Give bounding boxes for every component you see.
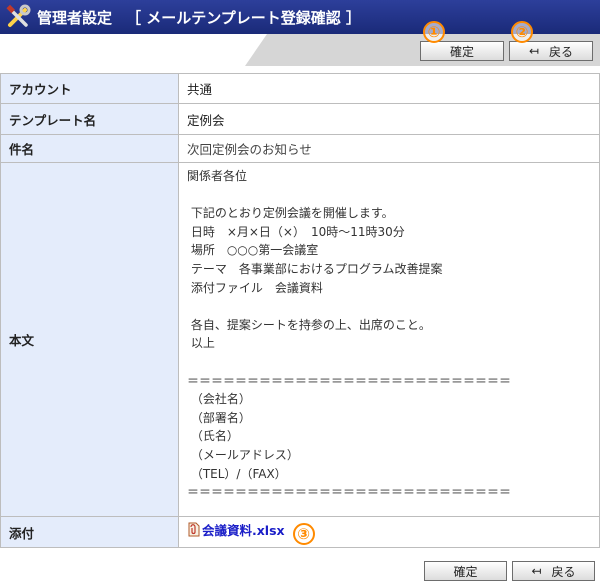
back-button-top[interactable]: ↤ 戻る — [509, 41, 593, 61]
marker-1: ① — [423, 21, 445, 43]
attachment-file-icon — [188, 522, 200, 537]
body-cell: 関係者各位 下記のとおり定例会議を開催します。 日時 ×月×日（×） 10時～1… — [178, 162, 600, 517]
body-text: 関係者各位 下記のとおり定例会議を開催します。 日時 ×月×日（×） 10時～1… — [187, 169, 512, 500]
row-subject: 件名 次回定例会のお知らせ — [0, 134, 600, 163]
row-template-name: テンプレート名 定例会 — [0, 103, 600, 135]
row-attachment: 添付 会議資料.xlsx ③ — [0, 516, 600, 548]
confirm-button-top[interactable]: 確定 — [420, 41, 504, 61]
account-label: アカウント — [0, 73, 179, 104]
confirm-button-top-label: 確定 — [449, 44, 474, 59]
confirm-button-bottom[interactable]: 確定 — [424, 561, 507, 581]
back-button-bottom-label: 戻る — [551, 564, 576, 579]
marker-2: ② — [511, 21, 533, 43]
tools-icon — [6, 4, 31, 27]
row-body: 本文 関係者各位 下記のとおり定例会議を開催します。 日時 ×月×日（×） 10… — [0, 162, 600, 517]
template-name-label: テンプレート名 — [0, 103, 179, 135]
confirm-button-bottom-label: 確定 — [453, 564, 478, 579]
account-value: 共通 — [178, 73, 600, 104]
attachment-filename: 会議資料.xlsx — [202, 522, 285, 538]
return-arrow-icon: ↤ — [528, 44, 540, 58]
subject-label: 件名 — [0, 134, 179, 163]
page-title-main: 管理者設定 — [37, 9, 113, 27]
back-button-top-label: 戻る — [549, 44, 574, 59]
marker-3: ③ — [292, 523, 315, 546]
row-account: アカウント 共通 — [0, 73, 600, 104]
top-toolbar: 確定 ↤ 戻る ① ② — [0, 21, 600, 66]
body-label: 本文 — [0, 162, 179, 517]
attachment-link[interactable]: 会議資料.xlsx — [187, 520, 285, 539]
attachment-cell: 会議資料.xlsx ③ — [178, 516, 600, 548]
attachment-label: 添付 — [0, 516, 179, 548]
return-arrow-icon: ↤ — [531, 564, 542, 578]
template-detail-table: アカウント 共通 テンプレート名 定例会 件名 次回定例会のお知らせ 本文 関係… — [0, 73, 600, 548]
title-bar: 管理者設定 ［ メールテンプレート登録確認 ］ — [0, 0, 600, 34]
template-name-value: 定例会 — [178, 103, 600, 135]
toolbar-tab-corner — [245, 34, 267, 66]
subject-value: 次回定例会のお知らせ — [178, 134, 600, 163]
page-title-crumb: ［ メールテンプレート登録確認 ］ — [126, 9, 362, 27]
page-title: 管理者設定 ［ メールテンプレート登録確認 ］ — [37, 7, 361, 28]
back-button-bottom[interactable]: ↤ 戻る — [512, 561, 595, 581]
